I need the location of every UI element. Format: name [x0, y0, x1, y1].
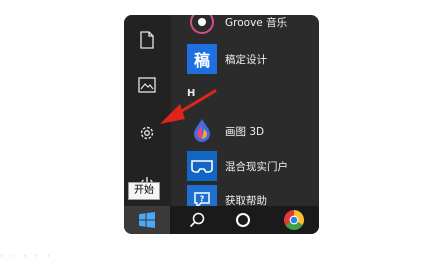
page-fragment: · · · · · [0, 252, 53, 262]
annotation-arrow [160, 89, 217, 124]
